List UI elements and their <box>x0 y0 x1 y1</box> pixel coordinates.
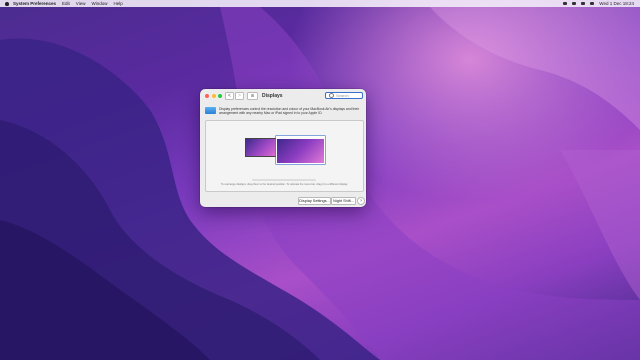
help-button[interactable]: ? <box>357 196 365 205</box>
description-row: Display preferences control the resoluti… <box>205 107 361 115</box>
apple-menu-icon[interactable] <box>5 1 9 6</box>
night-shift-button[interactable]: Night Shift... <box>331 197 356 205</box>
show-all-grid-button[interactable]: ⊞ <box>247 92 258 100</box>
menu-help[interactable]: Help <box>114 1 123 6</box>
close-button[interactable] <box>205 94 209 98</box>
arrangement-divider <box>252 179 316 181</box>
search-icon[interactable] <box>581 2 586 5</box>
menu-window[interactable]: Window <box>91 1 107 6</box>
menu-bar: System Preferences Edit View Window Help… <box>0 0 640 7</box>
search-placeholder: Search <box>336 93 349 98</box>
search-icon <box>329 93 334 98</box>
menu-edit[interactable]: Edit <box>62 1 70 6</box>
zoom-button[interactable] <box>218 94 222 98</box>
arrangement-area: To rearrange displays, drag them to the … <box>205 120 364 192</box>
window-titlebar[interactable]: < > ⊞ Displays Search <box>200 89 366 103</box>
wifi-icon[interactable] <box>572 2 577 5</box>
battery-icon[interactable] <box>563 2 568 5</box>
window-title: Displays <box>262 93 283 99</box>
description-text: Display preferences control the resoluti… <box>219 107 360 116</box>
display-settings-button[interactable]: Display Settings... <box>298 197 331 205</box>
menu-clock[interactable]: Wed 1 Dec 18:24 <box>599 1 634 6</box>
menu-app-name[interactable]: System Preferences <box>13 1 56 6</box>
arrangement-hint: To rearrange displays, drag them to the … <box>220 183 349 186</box>
forward-button[interactable]: > <box>235 92 244 100</box>
back-button[interactable]: < <box>225 92 234 100</box>
menu-bar-indicator[interactable] <box>277 137 324 139</box>
minimize-button[interactable] <box>211 94 216 98</box>
control-center-icon[interactable] <box>590 2 595 5</box>
displays-window: < > ⊞ Displays Search Display preference… <box>200 89 366 207</box>
displays-icon <box>205 107 216 114</box>
display-thumbnail-external[interactable] <box>276 136 325 164</box>
display-thumbnail-builtin[interactable] <box>245 138 277 157</box>
menu-view[interactable]: View <box>76 1 86 6</box>
search-field[interactable]: Search <box>325 92 363 99</box>
button-row: Display Settings... Night Shift... ? <box>200 196 366 205</box>
